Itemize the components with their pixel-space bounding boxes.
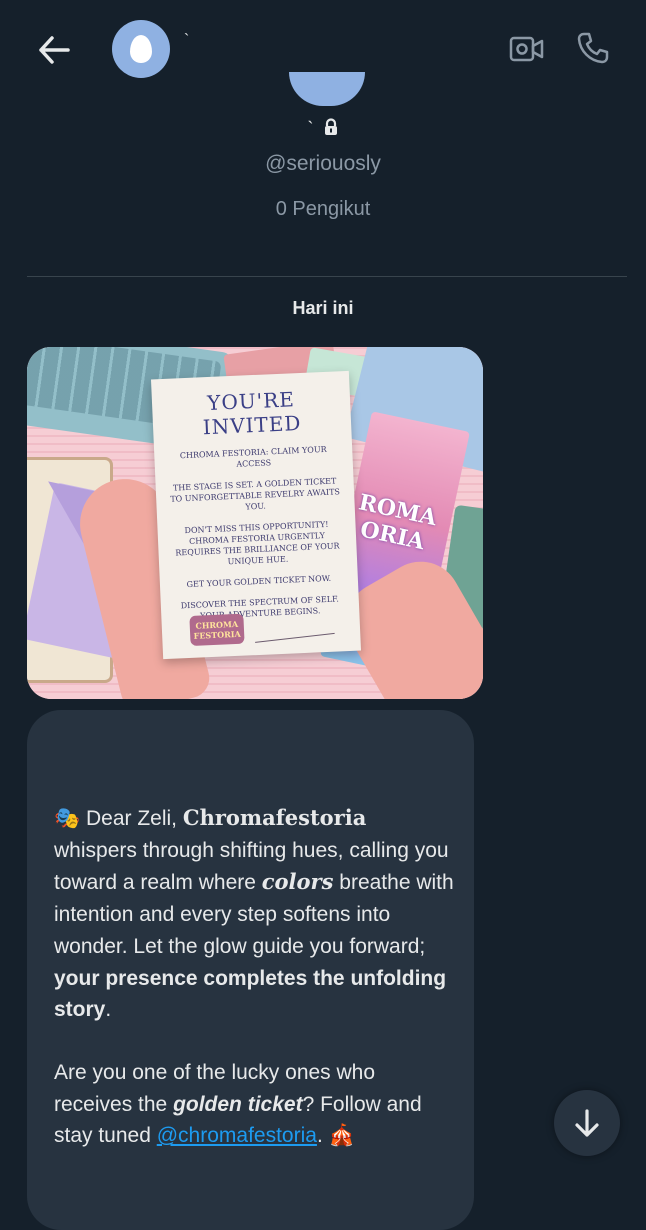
text-segment: . [105, 998, 112, 1022]
invitation-card: YOU'RE INVITED CHROMA FESTORIA: CLAIM YO… [150, 370, 362, 660]
phone-call-icon [577, 32, 609, 64]
invitation-line: CHROMA FESTORIA: CLAIM YOUR ACCESS [179, 444, 327, 469]
phone-call-button[interactable] [570, 26, 616, 70]
followers-count[interactable]: 0 Pengikut [0, 198, 646, 221]
arrow-down-icon [575, 1109, 599, 1137]
invitation-line: DON'T MISS THIS OPPORTUNITY! CHROMA FEST… [175, 519, 340, 567]
profile-handle[interactable]: @seriouosly [0, 152, 646, 176]
avatar[interactable] [112, 20, 170, 78]
text-segment: . [316, 1124, 329, 1148]
back-button[interactable] [28, 28, 80, 72]
styled-brand-text: Chromafestoria [182, 805, 367, 830]
festival-logo: CHROMA FESTORIA [189, 613, 245, 646]
styled-italic-text: colors [261, 869, 334, 895]
date-separator: Hari ini [292, 298, 354, 318]
invitation-line: THE STAGE IS SET. A GOLDEN TICKET TO UNF… [170, 476, 341, 512]
circus-tent-emoji: 🎪 [328, 1123, 355, 1148]
profile-name: ` [0, 118, 646, 141]
bold-italic-text: golden ticket [173, 1092, 303, 1116]
invitation-title: YOU'RE INVITED [202, 387, 302, 440]
default-egg-avatar-icon [130, 35, 152, 63]
conversation-name[interactable]: ` [184, 32, 189, 50]
scroll-to-bottom-button[interactable] [554, 1090, 620, 1156]
signature [253, 618, 335, 643]
invitation-line: GET YOUR GOLDEN TICKET NOW. [186, 573, 332, 590]
video-call-button[interactable] [504, 28, 550, 70]
mention-link[interactable]: @chromafestoria [157, 1124, 317, 1147]
message-paragraph-1: 🎭 Dear Zeli, Chromafestoria whispers thr… [54, 802, 454, 1026]
performing-arts-emoji: 🎭 [54, 806, 81, 830]
video-call-icon [509, 36, 544, 62]
lock-icon [323, 118, 339, 141]
arrow-left-icon [39, 36, 70, 64]
divider [27, 276, 627, 277]
message-paragraph-2: Are you one of the lucky ones who receiv… [54, 1057, 454, 1152]
profile-name-text: ` [307, 118, 314, 139]
text-segment: Dear Zeli, [80, 807, 183, 830]
bold-text: your presence completes the unfolding st… [54, 966, 447, 1022]
message-image[interactable]: ROMA ORIA YOU'RE INVITED CHROMA FESTORIA… [27, 347, 483, 699]
message-text: 🎭 Dear Zeli, Chromafestoria whispers thr… [54, 802, 454, 1152]
profile-avatar[interactable] [289, 72, 365, 106]
